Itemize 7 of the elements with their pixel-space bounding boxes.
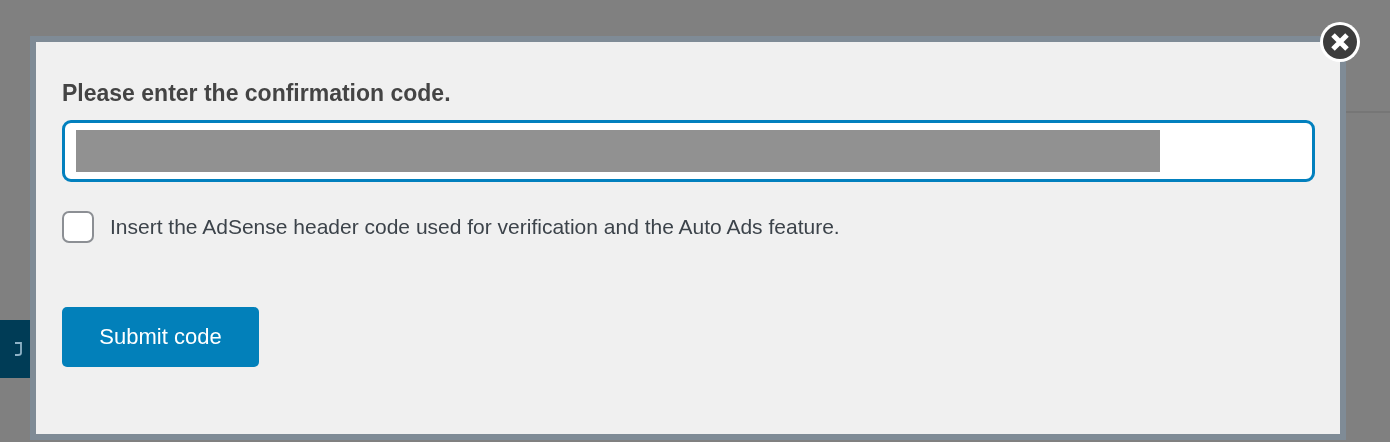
checkbox-label: Insert the AdSense header code used for verification and the Auto Ads feature. bbox=[110, 215, 840, 239]
checkbox[interactable] bbox=[62, 211, 94, 243]
code-input-field[interactable] bbox=[62, 120, 1315, 182]
side-tab[interactable] bbox=[0, 320, 30, 378]
dialog-heading: Please enter the confirmation code. bbox=[62, 79, 451, 108]
submit-button[interactable]: Submit code bbox=[62, 307, 259, 367]
close-icon[interactable] bbox=[1320, 22, 1360, 62]
